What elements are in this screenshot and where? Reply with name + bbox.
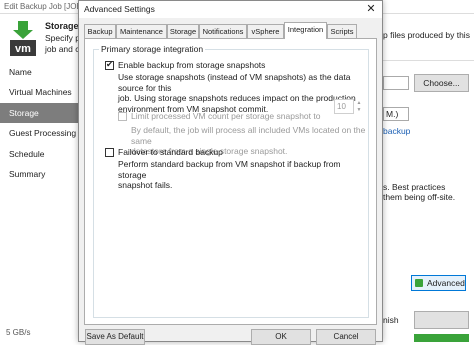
enable-storage-snapshots-label[interactable]: Enable backup from storage snapshots: [118, 60, 265, 70]
desc-line: By default, the job will process all inc…: [131, 125, 366, 146]
wizard-step-subtitle-right: p files produced by this: [383, 30, 470, 40]
sidebar-item-summary[interactable]: Summary: [0, 164, 78, 184]
desc-line: Perform standard backup from VM snapshot…: [118, 159, 341, 180]
limit-vm-count-label[interactable]: Limit processed VM count per storage sna…: [131, 111, 320, 121]
desc-line: snapshot fails.: [118, 180, 173, 190]
failover-checkbox[interactable]: [105, 148, 114, 157]
best-practice-note-1: s. Best practices: [383, 182, 446, 192]
best-practice-note-2: them being off-site.: [383, 192, 456, 202]
green-accent-bar: [414, 334, 469, 342]
primary-storage-group: Primary storage integration Enable backu…: [93, 44, 369, 318]
limit-vm-count-checkbox[interactable]: [118, 112, 127, 121]
tab-scripts[interactable]: Scripts: [327, 24, 357, 39]
ok-button[interactable]: OK: [251, 329, 311, 345]
enable-storage-snapshots-desc: Use storage snapshots (instead of VM sna…: [118, 72, 368, 114]
failover-label[interactable]: Failover to standard backup: [118, 147, 223, 157]
tab-vsphere[interactable]: vSphere: [247, 24, 284, 39]
tab-backup[interactable]: Backup: [84, 24, 116, 39]
storage-vm-icon: vm: [10, 21, 36, 56]
advanced-button-label: Advanced: [427, 278, 465, 288]
advanced-icon: [415, 279, 423, 287]
wizard-sidebar: Name Virtual Machines Storage Guest Proc…: [0, 60, 79, 342]
wizard-step-subtitle-2: job and c: [45, 44, 80, 54]
desc-line: job. Using storage snapshots reduces imp…: [118, 93, 356, 103]
advanced-button[interactable]: Advanced: [411, 275, 466, 291]
spinner-down-icon[interactable]: ▼: [354, 106, 364, 114]
sidebar-item-schedule[interactable]: Schedule: [0, 144, 78, 164]
throughput-text: 5 GB/s: [6, 328, 31, 337]
choose-button[interactable]: Choose...: [414, 74, 469, 92]
integration-panel: Primary storage integration Enable backu…: [84, 38, 377, 325]
sidebar-item-virtual-machines[interactable]: Virtual Machines: [0, 82, 78, 102]
sidebar-item-storage[interactable]: Storage: [0, 103, 78, 123]
wizard-step-subtitle-1: Specify p: [45, 33, 80, 43]
desc-line: Use storage snapshots (instead of VM sna…: [118, 72, 351, 93]
retention-select[interactable]: M.): [383, 107, 409, 121]
tab-storage[interactable]: Storage: [167, 24, 199, 39]
close-icon[interactable]: ✕: [364, 2, 378, 16]
finish-button[interactable]: nish: [383, 313, 409, 327]
advanced-settings-dialog: Advanced Settings ✕ Backup Maintenance S…: [78, 0, 383, 345]
dialog-title-bar: Advanced Settings ✕: [79, 1, 382, 18]
vm-count-spinner[interactable]: 10: [334, 99, 354, 114]
enable-storage-snapshots-checkbox[interactable]: [105, 59, 114, 70]
sidebar-item-name[interactable]: Name: [0, 62, 78, 82]
dialog-title: Advanced Settings: [84, 4, 155, 14]
sidebar-item-guest-processing[interactable]: Guest Processing: [0, 123, 78, 143]
wizard-step-title: Storage: [45, 21, 79, 31]
group-title: Primary storage integration: [99, 44, 206, 54]
tab-integration[interactable]: Integration: [284, 22, 327, 39]
failover-desc: Perform standard backup from VM snapshot…: [118, 159, 368, 191]
repository-field[interactable]: [383, 76, 409, 90]
wizard-cancel-button[interactable]: [414, 311, 469, 329]
tab-maintenance[interactable]: Maintenance: [116, 24, 167, 39]
configure-backup-link[interactable]: backup: [383, 126, 410, 136]
cancel-button[interactable]: Cancel: [316, 329, 376, 345]
tab-notifications[interactable]: Notifications: [199, 24, 247, 39]
save-as-default-button[interactable]: Save As Default: [85, 329, 145, 345]
svg-text:vm: vm: [15, 43, 31, 55]
